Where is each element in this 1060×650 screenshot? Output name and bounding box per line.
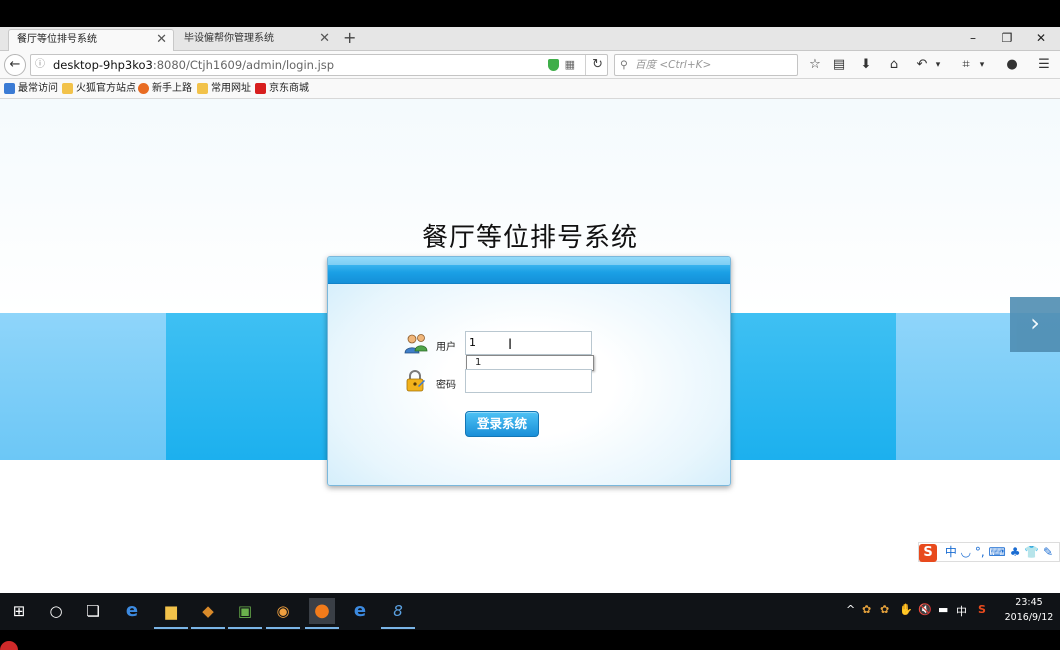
tray-app-icon[interactable]: ✿ bbox=[862, 603, 871, 616]
bookmarks-bar: 最常访问 火狐官方站点 新手上路 常用网址 京东商城 bbox=[0, 79, 1060, 99]
system-clock[interactable]: 23:45 2016/9/12 bbox=[1000, 595, 1058, 625]
search-icon: ⚲ bbox=[620, 59, 628, 71]
clock-time: 23:45 bbox=[1015, 597, 1043, 608]
crop-icon[interactable]: ⌗ bbox=[956, 55, 976, 75]
undo-icon[interactable]: ↶ bbox=[912, 55, 932, 75]
username-label: 用户 bbox=[436, 342, 456, 353]
info-icon[interactable]: ⓘ bbox=[35, 55, 45, 75]
browser-tab-bar: 餐厅等位排号系统 ✕ 毕设僱帮你管理系统 ✕ + – ❐ ✕ bbox=[0, 27, 1060, 51]
close-tab-icon[interactable]: ✕ bbox=[319, 29, 330, 49]
new-tab-button[interactable]: + bbox=[343, 27, 356, 49]
sogou-ime-icon[interactable]: S bbox=[919, 544, 937, 562]
restore-button[interactable]: ❐ bbox=[990, 27, 1024, 49]
tray-app-icon[interactable]: ✋ bbox=[899, 603, 913, 616]
desktop-screen: 餐厅等位排号系统 ✕ 毕设僱帮你管理系统 ✕ + – ❐ ✕ ← ⓘ deskt… bbox=[0, 0, 1060, 650]
task-view-icon[interactable]: ❏ bbox=[80, 598, 106, 624]
edge-browser-icon[interactable]: e bbox=[119, 598, 145, 624]
login-button[interactable]: 登录系统 bbox=[465, 411, 539, 437]
password-input[interactable] bbox=[465, 369, 592, 393]
tray-app-icon[interactable]: ✿ bbox=[880, 603, 889, 616]
screen-bottom-strip bbox=[0, 630, 1060, 650]
undo-dropdown-icon[interactable]: ▾ bbox=[932, 55, 944, 75]
qr-code-icon[interactable]: ▦ bbox=[565, 55, 575, 75]
eclipse-app-icon[interactable]: 8 bbox=[381, 598, 415, 629]
login-panel: 用户 1 I 1 密码 登录系统 bbox=[327, 256, 731, 486]
reload-icon[interactable]: ↻ bbox=[585, 55, 603, 75]
search-input[interactable]: ⚲ 百度 <Ctrl+K> bbox=[614, 54, 798, 76]
page-viewport: 餐厅等位排号系统 用户 1 I 1 密码 登录系统 › S 中 ◡ °, ⌨ ♣… bbox=[0, 99, 1060, 593]
bookmark-getting-started[interactable]: 新手上路 bbox=[138, 82, 192, 96]
bookmark-most-visited[interactable]: 最常访问 bbox=[4, 82, 58, 96]
tab-restaurant-queue[interactable]: 餐厅等位排号系统 ✕ bbox=[8, 29, 174, 51]
close-window-button[interactable]: ✕ bbox=[1024, 27, 1058, 49]
ime-tools[interactable]: 中 ◡ °, ⌨ ♣ 👕 ✎ bbox=[945, 543, 1053, 561]
address-bar[interactable]: ⓘ desktop-9hp3ko3:8080/Ctjh1609/admin/lo… bbox=[30, 54, 608, 76]
minimize-button[interactable]: – bbox=[956, 27, 990, 49]
document-viewer-icon[interactable]: ◉ bbox=[266, 598, 300, 629]
input-language-indicator[interactable]: 中 bbox=[956, 603, 967, 619]
shield-icon[interactable] bbox=[548, 59, 559, 71]
jd-icon bbox=[255, 83, 266, 94]
url-text: desktop-9hp3ko3:8080/Ctjh1609/admin/logi… bbox=[53, 58, 335, 72]
ie-browser-icon[interactable]: e bbox=[347, 598, 373, 624]
bookmark-jd-mall[interactable]: 京东商城 bbox=[255, 82, 309, 96]
download-icon[interactable]: ⬇ bbox=[856, 55, 876, 75]
tray-expand-icon[interactable]: ^ bbox=[846, 603, 855, 616]
slider-next-button[interactable]: › bbox=[1010, 297, 1060, 352]
back-button[interactable]: ← bbox=[4, 54, 26, 76]
file-explorer-icon[interactable]: ▆ bbox=[154, 598, 188, 629]
folder-icon bbox=[62, 83, 73, 94]
image-editor-icon[interactable]: ▣ bbox=[228, 598, 262, 629]
bookmark-firefox-site[interactable]: 火狐官方站点 bbox=[62, 82, 136, 96]
users-icon bbox=[404, 334, 428, 354]
close-tab-icon[interactable]: ✕ bbox=[156, 30, 167, 50]
menu-icon[interactable]: ☰ bbox=[1034, 55, 1054, 75]
sogou-tray-icon[interactable]: S bbox=[978, 603, 986, 616]
tab-title: 毕设僱帮你管理系统 bbox=[184, 33, 274, 44]
taskbar: ⊞ ○ ❏ e ▆ ◆ ▣ ◉ ● e 8 ^ ✿ ✿ ✋ 🔇 ▬ 中 S 23… bbox=[0, 593, 1060, 630]
tab-title: 餐厅等位排号系统 bbox=[17, 34, 97, 45]
chat-icon[interactable]: ● bbox=[1002, 55, 1022, 75]
username-input[interactable]: 1 bbox=[465, 331, 592, 355]
text-cursor-icon: I bbox=[508, 337, 513, 353]
bookmark-icon bbox=[4, 83, 15, 94]
login-panel-header bbox=[328, 257, 730, 284]
bookmark-common-sites[interactable]: 常用网址 bbox=[197, 82, 251, 96]
firefox-icon bbox=[138, 83, 149, 94]
page-title: 餐厅等位排号系统 bbox=[421, 223, 638, 253]
windows-start-icon[interactable]: ⊞ bbox=[6, 598, 32, 624]
password-label: 密码 bbox=[436, 380, 456, 391]
search-circle-icon[interactable]: ○ bbox=[43, 598, 69, 624]
ime-toolbar[interactable]: S 中 ◡ °, ⌨ ♣ 👕 ✎ bbox=[918, 542, 1060, 562]
volume-muted-icon[interactable]: 🔇 bbox=[918, 603, 932, 616]
search-placeholder: 百度 <Ctrl+K> bbox=[635, 59, 712, 71]
banner-band-left bbox=[0, 313, 166, 460]
folder-icon bbox=[197, 83, 208, 94]
home-icon[interactable]: ⌂ bbox=[884, 55, 904, 75]
book-app-icon[interactable]: ◆ bbox=[191, 598, 225, 629]
browser-nav-bar: ← ⓘ desktop-9hp3ko3:8080/Ctjh1609/admin/… bbox=[0, 51, 1060, 79]
tab-graduation-project[interactable]: 毕设僱帮你管理系统 ✕ bbox=[176, 29, 336, 51]
reading-list-icon[interactable]: ▤ bbox=[829, 55, 849, 75]
crop-dropdown-icon[interactable]: ▾ bbox=[976, 55, 988, 75]
clock-date: 2016/9/12 bbox=[1004, 612, 1054, 623]
firefox-taskbar-icon[interactable]: ● bbox=[305, 598, 339, 629]
action-center-icon[interactable]: ▬ bbox=[938, 603, 948, 616]
lock-icon bbox=[406, 370, 425, 392]
bookmark-star-icon[interactable]: ☆ bbox=[805, 55, 825, 75]
